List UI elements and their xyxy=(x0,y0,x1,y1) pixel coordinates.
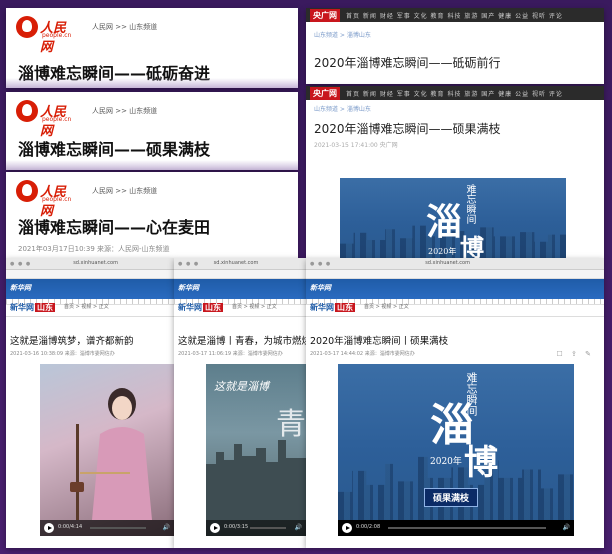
volume-icon[interactable]: 🔊 xyxy=(563,524,570,531)
xinhua-card-1: ● ● ● sd.xinhuanet.com 新华网 新华网 山东 首页 > 视频… xyxy=(6,258,174,548)
article-meta: 2021-03-16 10:38:09 来源：淄博市委网信办 xyxy=(10,351,115,357)
people-logo-icon xyxy=(16,180,38,202)
video-poster[interactable]: 淄 博 难忘瞬间 2020年 xyxy=(340,178,566,258)
city-scene: 这就是淄博 青 xyxy=(206,380,306,520)
video-player[interactable]: 淄 博 难忘瞬间 2020年 硕果满枝 0:00/2:08 🔊 xyxy=(338,364,574,536)
people-logo[interactable]: 人民网 people.cn xyxy=(16,180,78,219)
volume-icon[interactable]: 🔊 xyxy=(295,524,302,531)
browser-toolbar: ● ● ● sd.xinhuanet.com xyxy=(174,258,306,270)
address-bar[interactable]: sd.xinhuanet.com xyxy=(214,260,259,266)
breadcrumb[interactable]: 首页 > 视频 > 正文 xyxy=(364,303,409,310)
site-banner: 新华网 xyxy=(6,279,174,299)
site-nav-bar: 央广网 首页 新闻 财经 军事 文化 教育 科技 旅游 国产 健康 公益 视听 … xyxy=(306,8,604,22)
article-title: 2020年淄博难忘瞬间丨硕果满枝 xyxy=(310,336,449,347)
site-header: 人民网 people.cn 人民网 >> 山东频道 xyxy=(6,8,298,55)
bookmarks-bar xyxy=(306,270,604,279)
article-meta: 2021-03-17 14:44:02 来源：淄博市委网信办 xyxy=(310,351,415,357)
video-time: 0:00/3:15 xyxy=(224,524,249,530)
breadcrumb[interactable]: 首页 > 视频 > 正文 xyxy=(232,303,277,310)
people-card-1: 人民网 people.cn 人民网 >> 山东频道 淄博难忘瞬间——砥砺奋进 xyxy=(6,8,298,88)
people-card-3: 人民网 people.cn 人民网 >> 山东频道 淄博难忘瞬间——心在麦田 2… xyxy=(6,172,298,258)
xinhua-logo[interactable]: 新华网 xyxy=(178,283,199,293)
video-controls: 0:00/3:15 🔊 xyxy=(206,520,306,536)
site-nav-bar: 央广网 首页 新闻 财经 军事 文化 教育 科技 旅游 国产 健康 公益 视听 … xyxy=(306,86,604,100)
people-logo[interactable]: 人民网 people.cn xyxy=(16,100,78,139)
people-logo-icon xyxy=(16,100,38,122)
video-controls: 0:00/2:08 🔊 xyxy=(338,520,574,536)
breadcrumb[interactable]: 人民网 >> 山东频道 xyxy=(92,22,157,32)
site-brand[interactable]: 新华网 山东 xyxy=(178,302,223,313)
breadcrumb[interactable]: 人民网 >> 山东频道 xyxy=(92,106,157,116)
play-icon[interactable] xyxy=(342,523,352,533)
people-logo-icon xyxy=(16,16,38,38)
nav-menu[interactable]: 首页 新闻 财经 军事 文化 教育 科技 旅游 国产 健康 公益 视听 评论 xyxy=(346,89,563,98)
video-time: 0:00/2:08 xyxy=(356,524,381,530)
video-controls: 0:00/4:14 🔊 xyxy=(40,520,174,536)
article-title: 这就是淄博筑梦，谱齐都新韵 xyxy=(10,336,134,347)
site-brand[interactable]: 新华网 山东 xyxy=(10,302,55,313)
xinhua-logo[interactable]: 新华网 xyxy=(310,283,331,293)
article-title: 淄博难忘瞬间——心在麦田 xyxy=(18,218,211,237)
cnr-logo[interactable]: 央广网 xyxy=(310,87,340,100)
article-meta: 2021-03-17 11:06:19 来源：淄博市委网信办 xyxy=(178,351,283,357)
video-player[interactable]: 这就是淄博 青 0:00/3:15 🔊 xyxy=(206,364,306,536)
article-meta: 2021年03月17日10:39 来源：人民网-山东频道 xyxy=(18,245,170,253)
svg-text:这就是淄博: 这就是淄博 xyxy=(214,380,271,393)
browser-toolbar: ● ● ● sd.xinhuanet.com xyxy=(6,258,174,270)
address-bar[interactable]: sd.xinhuanet.com xyxy=(425,260,470,266)
article-meta: 2021-03-15 17:41:00 央广网 xyxy=(314,142,398,149)
play-icon[interactable] xyxy=(44,523,54,533)
breadcrumb[interactable]: 首页 > 视频 > 正文 xyxy=(64,303,109,310)
svg-text:青: 青 xyxy=(276,407,306,442)
share-icons[interactable]: ☐ ⇪ ✎ xyxy=(557,350,594,358)
progress-bar[interactable] xyxy=(90,527,146,529)
site-header: 人民网 people.cn 人民网 >> 山东频道 xyxy=(6,172,298,219)
breadcrumb[interactable]: 人民网 >> 山东频道 xyxy=(92,186,157,196)
xinhua-card-2: ● ● ● sd.xinhuanet.com 新华网 新华网 山东 首页 > 视频… xyxy=(174,258,306,548)
bookmarks-bar xyxy=(6,270,174,279)
article-title: 淄博难忘瞬间——硕果满枝 xyxy=(18,140,211,159)
site-banner: 新华网 xyxy=(306,279,604,299)
site-header: 人民网 people.cn 人民网 >> 山东频道 xyxy=(6,92,298,139)
article-title: 2020年淄博难忘瞬间——砥砺前行 xyxy=(314,56,501,70)
video-poster: 淄 博 难忘瞬间 2020年 硕果满枝 xyxy=(338,364,574,520)
article-title: 2020年淄博难忘瞬间——硕果满枝 xyxy=(314,122,501,136)
breadcrumb[interactable]: 山东频道 > 淄博山东 xyxy=(314,30,371,39)
people-card-2: 人民网 people.cn 人民网 >> 山东频道 淄博难忘瞬间——硕果满枝 xyxy=(6,92,298,170)
site-banner: 新华网 xyxy=(174,279,306,299)
breadcrumb[interactable]: 山东频道 > 淄博山东 xyxy=(314,104,371,113)
xinhua-card-3: ● ● ● sd.xinhuanet.com 新华网 新华网 山东 首页 > 视频… xyxy=(306,258,604,548)
cnr-card-2: 央广网 首页 新闻 财经 军事 文化 教育 科技 旅游 国产 健康 公益 视听 … xyxy=(306,86,604,258)
people-logo[interactable]: 人民网 people.cn xyxy=(16,16,78,55)
browser-toolbar: ● ● ● sd.xinhuanet.com xyxy=(306,258,604,270)
address-bar[interactable]: sd.xinhuanet.com xyxy=(73,260,118,266)
musician-figure xyxy=(70,388,152,520)
cnr-card-1: 央广网 首页 新闻 财经 军事 文化 教育 科技 旅游 国产 健康 公益 视听 … xyxy=(306,8,604,84)
volume-icon[interactable]: 🔊 xyxy=(163,524,170,531)
article-title: 这就是淄博丨青春，为城市燃烧 xyxy=(178,336,306,347)
progress-bar[interactable] xyxy=(250,527,286,529)
xinhua-logo[interactable]: 新华网 xyxy=(10,283,31,293)
nav-menu[interactable]: 首页 新闻 财经 军事 文化 教育 科技 旅游 国产 健康 公益 视听 评论 xyxy=(346,11,563,20)
bookmarks-bar xyxy=(174,270,306,279)
site-brand[interactable]: 新华网 山东 xyxy=(310,302,355,313)
cnr-logo[interactable]: 央广网 xyxy=(310,9,340,22)
video-time: 0:00/4:14 xyxy=(58,524,83,530)
video-player[interactable]: 0:00/4:14 🔊 xyxy=(40,364,174,536)
progress-bar[interactable] xyxy=(388,527,546,529)
play-icon[interactable] xyxy=(210,523,220,533)
